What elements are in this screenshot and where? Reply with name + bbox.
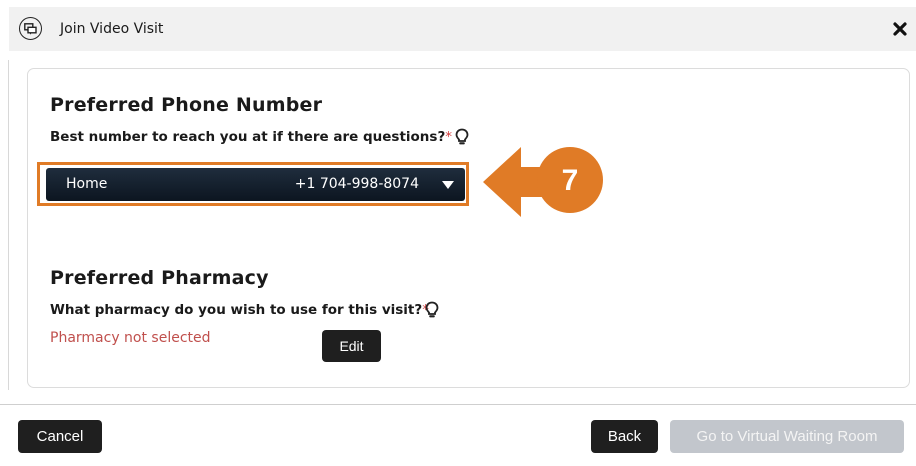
go-to-waiting-room-button[interactable]: Go to Virtual Waiting Room: [670, 420, 904, 453]
dialog-title: Join Video Visit: [60, 21, 164, 37]
back-button[interactable]: Back: [591, 420, 658, 453]
pharmacy-section-title: Preferred Pharmacy: [50, 267, 269, 289]
footer-divider: [0, 404, 916, 405]
dialog-header: Join Video Visit: [9, 7, 916, 51]
phone-question: Best number to reach you at if there are…: [50, 129, 452, 145]
lightbulb-icon[interactable]: [454, 128, 470, 146]
pharmacy-status: Pharmacy not selected: [50, 330, 211, 346]
edit-pharmacy-button[interactable]: Edit: [322, 330, 381, 362]
close-icon[interactable]: [890, 19, 910, 39]
required-marker: *: [445, 129, 453, 145]
phone-section-title: Preferred Phone Number: [50, 94, 323, 116]
step-callout-arrow: [483, 147, 603, 217]
pharmacy-question-text: What pharmacy do you wish to use for thi…: [50, 302, 423, 318]
phone-type-label: Home: [66, 176, 108, 192]
phone-number-value: +1 704-998-8074: [294, 176, 419, 192]
cancel-button[interactable]: Cancel: [18, 420, 102, 453]
video-chat-icon: [19, 17, 42, 40]
phone-number-select[interactable]: Home +1 704-998-8074: [46, 168, 465, 201]
lightbulb-icon[interactable]: [424, 301, 440, 319]
phone-question-text: Best number to reach you at if there are…: [50, 129, 446, 145]
window-edge: [8, 60, 9, 390]
step-number: 7: [561, 164, 579, 197]
caret-down-icon: [442, 181, 454, 189]
pharmacy-question: What pharmacy do you wish to use for thi…: [50, 302, 429, 318]
